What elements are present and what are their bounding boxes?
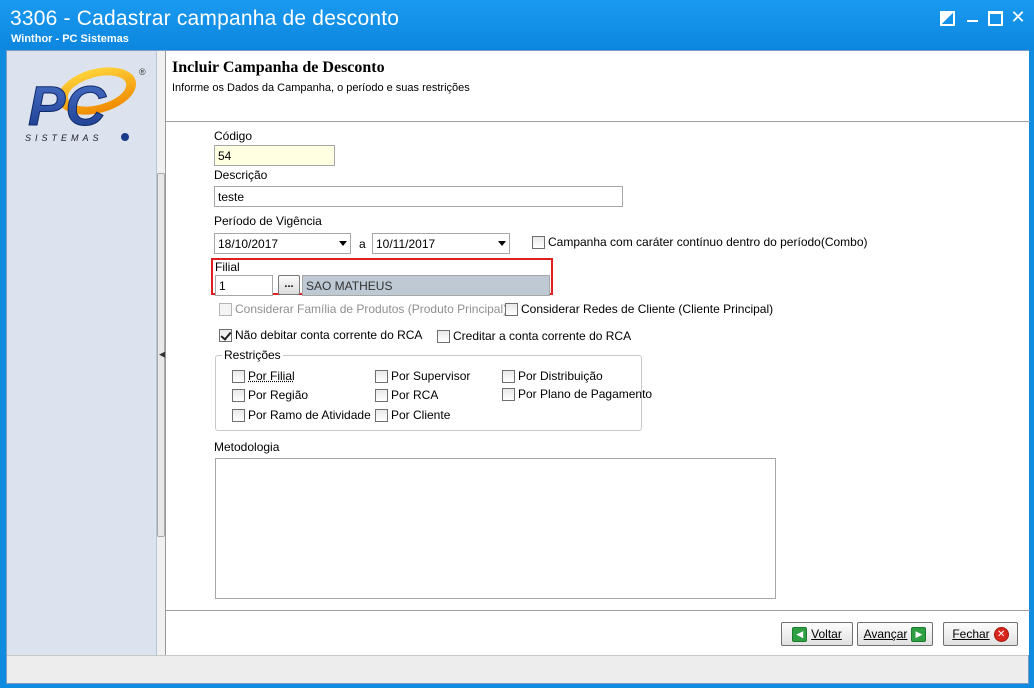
redes-cliente-label: Considerar Redes de Cliente (Cliente Pri… [521, 302, 774, 316]
sidebar-splitter[interactable]: ◀ [157, 173, 166, 537]
checkbox-box[interactable] [232, 388, 245, 402]
descricao-label: Descrição [214, 168, 268, 182]
title-bar: 3306 - Cadastrar campanha de desconto Wi… [0, 0, 1034, 50]
filial-label: Filial [215, 260, 240, 274]
close-icon[interactable]: ✕ [1008, 8, 1028, 26]
checkbox-box[interactable] [375, 388, 388, 402]
restricoes-group: Restrições Por Filial Por Região Por Ram… [215, 348, 652, 431]
checkbox-box[interactable] [437, 329, 450, 343]
restricao-por-filial[interactable]: Por Filial [232, 369, 295, 383]
descricao-field[interactable]: teste [214, 186, 623, 207]
restricao-por-supervisor[interactable]: Por Supervisor [375, 369, 470, 383]
filial-code-field[interactable]: 1 [215, 275, 273, 296]
restricao-por-plano-pagamento[interactable]: Por Plano de Pagamento [502, 387, 652, 401]
creditar-checkbox[interactable]: Creditar a conta corrente do RCA [437, 329, 631, 343]
page-subtitle: Informe os Dados da Campanha, o período … [172, 82, 470, 94]
combo-checkbox-label: Campanha com caráter contínuo dentro do … [548, 235, 868, 249]
filial-lookup-button[interactable]: ... [278, 275, 300, 295]
restricao-por-distribuicao[interactable]: Por Distribuição [502, 369, 603, 383]
familia-produtos-checkbox[interactable]: Considerar Família de Produtos (Produto … [219, 302, 507, 316]
checkbox-box[interactable] [375, 408, 388, 422]
client-area: PC ® SISTEMAS ◀ Incluir Campanha de Desc… [6, 50, 1030, 684]
restricao-label: Por Ramo de Atividade [248, 408, 371, 422]
creditar-label: Creditar a conta corrente do RCA [453, 329, 632, 343]
arrow-left-icon: ◀ [792, 626, 808, 642]
restricao-por-ramo-atividade[interactable]: Por Ramo de Atividade [232, 408, 371, 422]
nao-debitar-checkbox[interactable]: Não debitar conta corrente do RCA [219, 328, 422, 342]
checkbox-box[interactable] [219, 302, 232, 316]
fechar-button[interactable]: Fechar ✕ [943, 622, 1018, 646]
periodo-end-value: 10/11/2017 [376, 237, 436, 251]
metodologia-textarea[interactable] [215, 458, 776, 599]
maximize-icon[interactable] [985, 8, 1005, 26]
restricao-label: Por Cliente [391, 408, 451, 422]
footer-divider [166, 610, 1030, 611]
redes-cliente-checkbox[interactable]: Considerar Redes de Cliente (Cliente Pri… [505, 302, 773, 316]
checkbox-box[interactable] [232, 369, 245, 383]
restore-icon[interactable] [937, 8, 957, 26]
periodo-separator: a [359, 237, 366, 251]
logo-main-text: PC [28, 74, 107, 137]
page-title: Incluir Campanha de Desconto [172, 59, 385, 76]
restricoes-title: Restrições [222, 348, 283, 362]
combo-checkbox[interactable]: Campanha com caráter contínuo dentro do … [532, 235, 868, 249]
filial-name-field: SAO MATHEUS [302, 275, 550, 296]
restricao-label: Por RCA [391, 388, 439, 402]
periodo-start-value: 18/10/2017 [218, 237, 279, 251]
periodo-start-date[interactable]: 18/10/2017 [214, 233, 351, 254]
header-divider [166, 121, 1030, 122]
wizard-content: Incluir Campanha de Desconto Informe os … [165, 51, 1030, 655]
restricao-label: Por Filial [248, 369, 295, 383]
metodologia-label: Metodologia [214, 440, 280, 454]
avancar-label: Avançar [863, 627, 908, 641]
checkbox-box[interactable] [532, 235, 545, 249]
restricao-por-regiao[interactable]: Por Região [232, 388, 308, 402]
restricao-label: Por Região [248, 388, 309, 402]
chevron-down-icon [339, 241, 347, 246]
periodo-end-date[interactable]: 10/11/2017 [372, 233, 510, 254]
restricao-label: Por Plano de Pagamento [518, 387, 653, 401]
window-title: 3306 - Cadastrar campanha de desconto [10, 7, 400, 30]
arrow-right-icon: ▶ [911, 626, 927, 642]
voltar-button[interactable]: ◀ Voltar [781, 622, 853, 646]
checkbox-box[interactable] [502, 369, 515, 383]
pc-sistemas-logo: PC ® SISTEMAS [22, 61, 147, 149]
periodo-label: Período de Vigência [214, 214, 322, 228]
checkbox-box[interactable] [375, 369, 388, 383]
svg-text:®: ® [139, 67, 146, 77]
codigo-field[interactable]: 54 [214, 145, 335, 166]
close-circle-icon: ✕ [993, 626, 1009, 642]
logo-sub-text: SISTEMAS [25, 133, 103, 143]
nao-debitar-label: Não debitar conta corrente do RCA [235, 328, 423, 342]
window-subtitle: Winthor - PC Sistemas [11, 33, 129, 45]
wizard-sidebar: PC ® SISTEMAS [7, 51, 157, 655]
minimize-icon[interactable] [962, 8, 982, 26]
checkbox-box[interactable] [232, 408, 245, 422]
chevron-down-icon [498, 241, 506, 246]
restricao-por-rca[interactable]: Por RCA [375, 388, 438, 402]
avancar-button[interactable]: Avançar ▶ [857, 622, 933, 646]
checkbox-box[interactable] [505, 302, 518, 316]
codigo-label: Código [214, 129, 253, 143]
restricao-por-cliente[interactable]: Por Cliente [375, 408, 450, 422]
checkbox-box-checked[interactable] [219, 328, 232, 342]
status-bar [7, 655, 1028, 683]
checkbox-box[interactable] [502, 387, 515, 401]
restricao-label: Por Supervisor [391, 369, 471, 383]
familia-produtos-label: Considerar Família de Produtos (Produto … [235, 302, 508, 316]
fechar-label: Fechar [952, 627, 990, 641]
voltar-label: Voltar [811, 627, 842, 641]
restricao-label: Por Distribuição [518, 369, 603, 383]
